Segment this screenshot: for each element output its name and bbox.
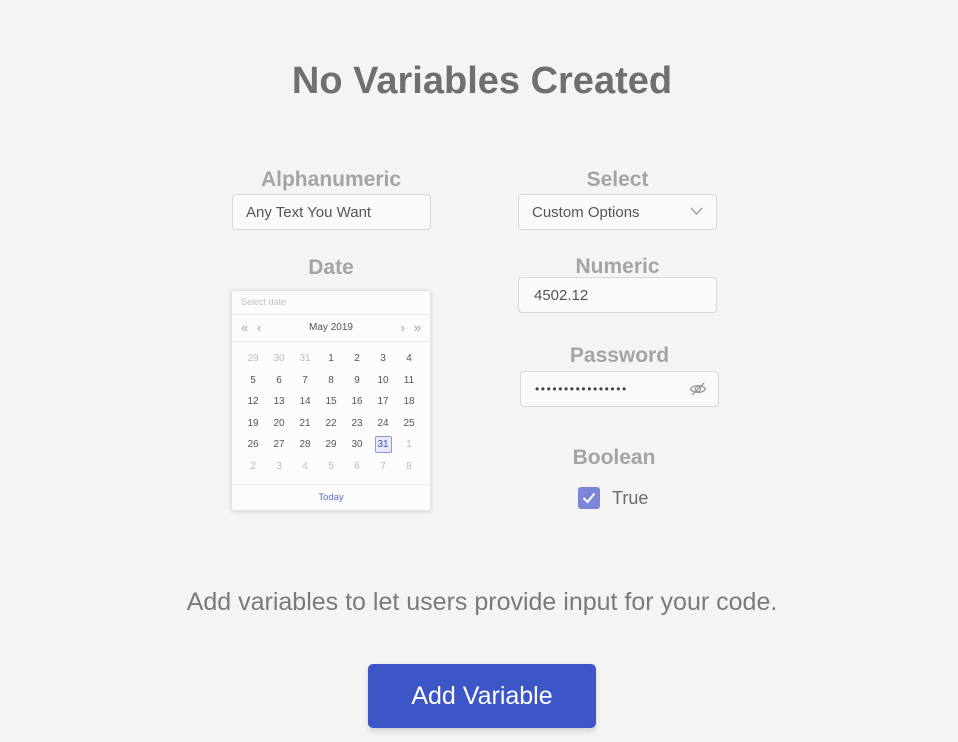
calendar-day[interactable]: 29	[240, 348, 266, 370]
boolean-checkbox-label[interactable]: True	[612, 487, 648, 509]
calendar-week-row: 26 27 28 29 30 31 1	[240, 434, 422, 456]
calendar-day[interactable]: 9	[344, 370, 370, 392]
password-label: Password	[569, 344, 670, 367]
calendar-week-row: 2345678	[240, 456, 422, 478]
numeric-value: 4502.12	[534, 286, 589, 304]
alphanumeric-input[interactable]: Any Text You Want	[232, 194, 431, 230]
date-input[interactable]: Select date	[232, 291, 430, 315]
boolean-checkbox[interactable]	[578, 487, 600, 509]
alphanumeric-label: Alphanumeric	[260, 168, 402, 191]
select-value: Custom Options	[532, 203, 640, 221]
prev-year-icon[interactable]: «	[241, 315, 248, 341]
calendar-day[interactable]: 8	[396, 456, 422, 478]
description-text: Add variables to let users provide input…	[186, 588, 778, 616]
calendar-header: « ‹ May 2019 › »	[232, 315, 430, 342]
calendar-week-row: 19 20 21 22 23 24 25	[240, 413, 422, 435]
calendar-week-row: 5 6 7 8 9 10 11	[240, 370, 422, 392]
calendar-day[interactable]: 7	[292, 370, 318, 392]
check-icon	[582, 492, 596, 504]
calendar-day[interactable]: 23	[344, 413, 370, 435]
calendar-day[interactable]: 21	[292, 413, 318, 435]
calendar-week-row: 12 13 14 15 16 17 18	[240, 391, 422, 413]
calendar-day[interactable]: 27	[266, 434, 292, 456]
calendar-day[interactable]: 3	[370, 348, 396, 370]
calendar-day[interactable]: 28	[292, 434, 318, 456]
calendar-day[interactable]: 1	[396, 434, 422, 456]
eye-slash-icon[interactable]	[689, 380, 707, 402]
calendar-day[interactable]: 2	[240, 456, 266, 478]
calendar-day[interactable]: 17	[370, 391, 396, 413]
calendar-day[interactable]: 7	[370, 456, 396, 478]
calendar-day[interactable]: 4	[396, 348, 422, 370]
calendar-day[interactable]: 4	[292, 456, 318, 478]
numeric-input[interactable]: 4502.12	[518, 277, 717, 313]
calendar-day[interactable]: 6	[266, 370, 292, 392]
chevron-down-icon	[690, 204, 703, 221]
calendar-day[interactable]: 19	[240, 413, 266, 435]
calendar-grid: 29 30 31 1 2 3 4 5 6 7 8 9 10 11 12 13 14 15 16 17 18 19 20 21 2…	[240, 348, 422, 478]
add-variable-button[interactable]: Add Variable	[368, 664, 596, 728]
password-input[interactable]: ••••••••••••••••	[520, 371, 719, 407]
calendar-day[interactable]: 13	[266, 391, 292, 413]
page: No Variables Created Alphanumeric Any Te…	[0, 0, 958, 742]
select-dropdown[interactable]: Custom Options	[518, 194, 717, 230]
month-label[interactable]: May 2019	[309, 322, 353, 333]
calendar-day[interactable]: 12	[240, 391, 266, 413]
alphanumeric-value: Any Text You Want	[246, 203, 372, 221]
page-title: No Variables Created	[291, 60, 673, 102]
calendar-day[interactable]: 30	[344, 434, 370, 456]
next-year-icon[interactable]: »	[414, 315, 421, 341]
calendar-day[interactable]: 16	[344, 391, 370, 413]
calendar-day[interactable]: 8	[318, 370, 344, 392]
calendar-day[interactable]: 25	[396, 413, 422, 435]
calendar-day[interactable]: 30	[266, 348, 292, 370]
calendar-day[interactable]: 26	[240, 434, 266, 456]
calendar-day[interactable]: 2	[344, 348, 370, 370]
calendar-day[interactable]: 5	[318, 456, 344, 478]
calendar-day-selected[interactable]: 31	[370, 434, 396, 456]
password-value: ••••••••••••••••	[535, 382, 628, 396]
calendar-day[interactable]: 22	[318, 413, 344, 435]
calendar-day[interactable]: 1	[318, 348, 344, 370]
date-picker: Select date « ‹ May 2019 › » 29 30 31 1 2 3 4 5…	[231, 290, 431, 511]
boolean-label: Boolean	[572, 446, 656, 469]
calendar-day[interactable]: 29	[318, 434, 344, 456]
calendar-day[interactable]: 11	[396, 370, 422, 392]
calendar-day[interactable]: 31	[292, 348, 318, 370]
next-month-icon[interactable]: ›	[401, 315, 405, 341]
calendar-day[interactable]: 14	[292, 391, 318, 413]
calendar-day[interactable]: 20	[266, 413, 292, 435]
calendar-day[interactable]: 5	[240, 370, 266, 392]
calendar-day[interactable]: 15	[318, 391, 344, 413]
today-button[interactable]: Today	[232, 484, 430, 512]
calendar-day[interactable]: 6	[344, 456, 370, 478]
calendar-day[interactable]: 18	[396, 391, 422, 413]
select-label: Select	[586, 168, 649, 191]
date-label: Date	[308, 256, 354, 279]
calendar-day[interactable]: 10	[370, 370, 396, 392]
numeric-label: Numeric	[575, 255, 660, 278]
prev-month-icon[interactable]: ‹	[257, 315, 261, 341]
calendar-day[interactable]: 24	[370, 413, 396, 435]
calendar-week-row: 29 30 31 1 2 3 4	[240, 348, 422, 370]
calendar-day[interactable]: 3	[266, 456, 292, 478]
